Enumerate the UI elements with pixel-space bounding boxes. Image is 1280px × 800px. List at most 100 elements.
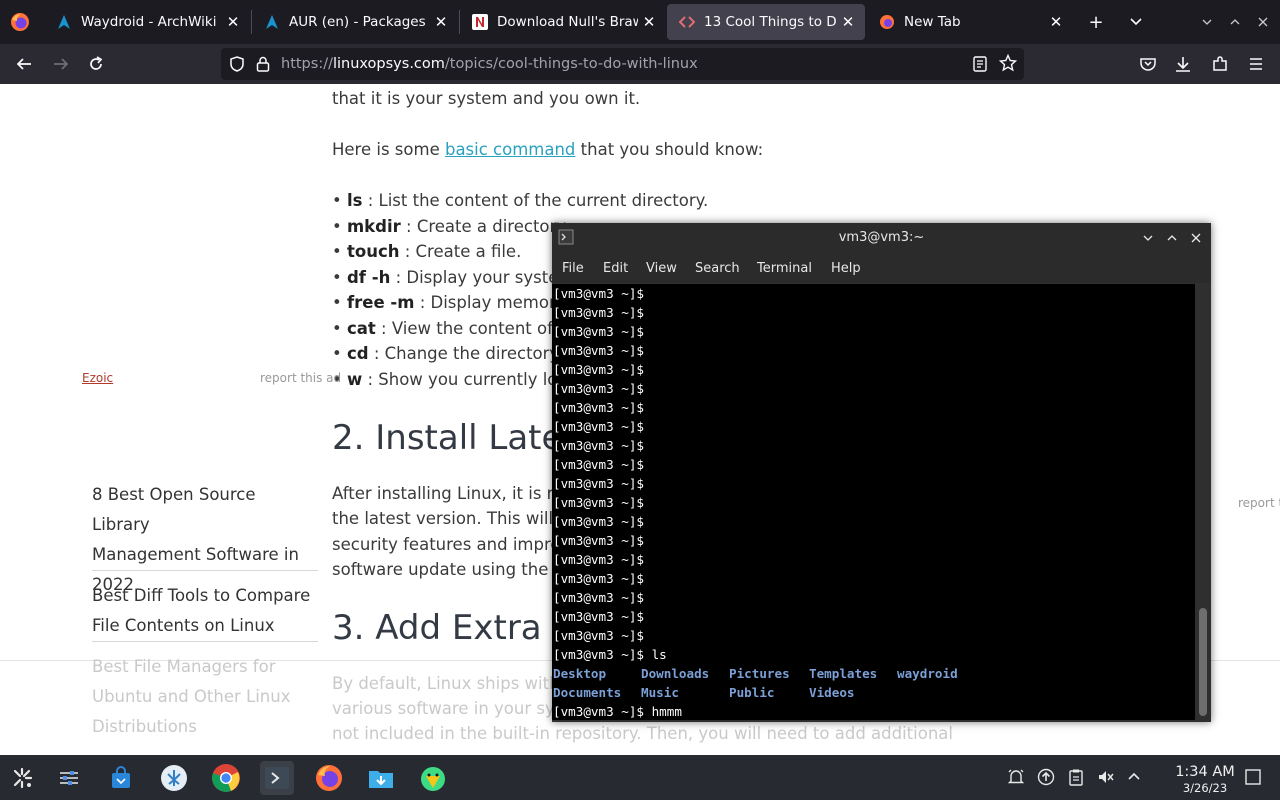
close-icon[interactable]: ✕ — [638, 11, 660, 33]
menu-terminal[interactable]: Terminal — [757, 261, 812, 276]
kde-connect-icon[interactable] — [157, 761, 191, 795]
related-article-link[interactable]: Best File Managers for Ubuntu and Other … — [92, 652, 318, 742]
link-line: 8 Best Open Source Library — [92, 485, 256, 534]
command-description: : Create a directory — [400, 217, 567, 236]
command-description: : Change the directory t — [368, 344, 571, 363]
notifications-icon[interactable] — [1006, 767, 1026, 787]
window-maximize-button[interactable] — [1224, 11, 1246, 33]
tab-new-tab[interactable]: New Tab ✕ — [867, 0, 1073, 44]
volume-muted-icon[interactable] — [1096, 767, 1116, 787]
reload-button[interactable] — [85, 53, 107, 75]
bookmark-star-icon[interactable] — [999, 54, 1017, 72]
list-all-tabs-button[interactable] — [1125, 11, 1147, 33]
android-waydroid-icon[interactable] — [416, 761, 450, 795]
close-icon[interactable]: ✕ — [222, 11, 244, 33]
system-settings-icon[interactable] — [52, 761, 86, 795]
command-description: : Show you currently log — [362, 370, 568, 389]
command-name: df -h — [346, 268, 391, 287]
shopping-bag-glyph — [112, 766, 130, 788]
url-text[interactable]: https://linuxopsys.com/topics/cool-thing… — [281, 56, 698, 72]
app-menu-button[interactable] — [1245, 53, 1267, 75]
close-icon — [1191, 233, 1201, 243]
tab-title: 13 Cool Things to Do with Linux — [704, 14, 837, 30]
url-bar[interactable]: https://linuxopsys.com/topics/cool-thing… — [221, 48, 1024, 80]
terminal-minimize-button[interactable] — [1139, 229, 1157, 247]
bell-glyph — [1007, 769, 1025, 784]
menu-search[interactable]: Search — [695, 261, 740, 276]
command-name: ls — [346, 191, 363, 210]
article-paragraph: that it is your system and you own it. — [332, 89, 641, 108]
terminal-line: [vm3@vm3 ~]$ ls — [553, 647, 667, 662]
lock-icon[interactable] — [255, 55, 271, 73]
clipboard-icon[interactable] — [1066, 767, 1086, 787]
tab-nulls-brawl[interactable]: Download Null's Brawl, APK for Android ✕ — [460, 0, 666, 44]
list-item: • free -m : Display memory — [332, 293, 566, 312]
menu-file[interactable]: File — [562, 261, 584, 276]
close-icon[interactable]: ✕ — [1045, 11, 1067, 33]
new-tab-button[interactable]: + — [1085, 11, 1107, 33]
report-ad-link[interactable]: report th — [1238, 496, 1280, 510]
downloads-button[interactable] — [1172, 53, 1194, 75]
terminal-close-button[interactable] — [1187, 229, 1205, 247]
terminal-line: [vm3@vm3 ~]$ — [553, 457, 644, 472]
clock-date[interactable]: 3/26/23 — [1152, 781, 1258, 795]
terminal-line: [vm3@vm3 ~]$ hmmm — [553, 704, 682, 719]
reader-view-icon[interactable] — [972, 55, 988, 73]
show-hidden-icons-button[interactable] — [1124, 767, 1144, 787]
terminal-output[interactable]: [vm3@vm3 ~]$ [vm3@vm3 ~]$ [vm3@vm3 ~]$ [vm3… — [552, 284, 1195, 720]
firefox-view-icon[interactable] — [9, 11, 31, 33]
clock-time[interactable]: 1:34 AM — [1152, 764, 1258, 780]
shield-icon[interactable] — [228, 55, 246, 73]
terminal-line: [vm3@vm3 ~]$ — [553, 400, 644, 415]
related-article-link[interactable]: Best Diff Tools to Compare File Contents… — [92, 581, 318, 641]
chrome-icon[interactable] — [209, 761, 243, 795]
firefox-icon[interactable] — [312, 761, 346, 795]
terminal-line: [vm3@vm3 ~]$ — [553, 628, 644, 643]
pocket-button[interactable] — [1137, 53, 1159, 75]
terminal-line: [vm3@vm3 ~]$ — [553, 419, 644, 434]
basic-command-link[interactable]: basic command — [445, 140, 575, 159]
window-close-button[interactable] — [1252, 11, 1274, 33]
tab-title: Waydroid - ArchWiki — [81, 14, 217, 30]
kde-connect-glyph — [161, 765, 187, 791]
window-minimize-button[interactable] — [1196, 11, 1218, 33]
menu-help[interactable]: Help — [831, 261, 861, 276]
forward-button[interactable] — [50, 53, 72, 75]
command-name: free -m — [346, 293, 415, 312]
back-button[interactable] — [13, 53, 35, 75]
directory-entry: waydroid — [897, 666, 958, 681]
list-item: • cd : Change the directory t — [332, 344, 571, 363]
update-status-icon[interactable] — [1036, 767, 1056, 787]
chevron-down-icon — [1202, 19, 1212, 25]
terminal-line: [vm3@vm3 ~]$ — [553, 495, 644, 510]
ezoic-link[interactable]: Ezoic — [82, 371, 113, 385]
terminal-line: [vm3@vm3 ~]$ — [553, 571, 644, 586]
divider — [92, 570, 318, 571]
extensions-button[interactable] — [1209, 53, 1231, 75]
chrome-glyph — [212, 764, 240, 792]
terminal-titlebar[interactable]: vm3@vm3:~ — [552, 223, 1211, 253]
application-launcher-icon[interactable] — [5, 761, 39, 795]
menu-view[interactable]: View — [646, 261, 677, 276]
close-icon[interactable]: ✕ — [430, 11, 452, 33]
pocket-icon — [1140, 58, 1156, 71]
tab-title: Download Null's Brawl, APK for Android — [497, 14, 638, 30]
discover-store-icon[interactable] — [104, 761, 138, 795]
report-ad-link[interactable]: report this ad — [260, 371, 341, 385]
tab-cool-things-linux[interactable]: 13 Cool Things to Do with Linux ✕ — [667, 4, 865, 40]
scrollbar-thumb[interactable] — [1199, 608, 1207, 716]
close-icon[interactable]: ✕ — [837, 11, 859, 33]
tab-waydroid[interactable]: Waydroid - ArchWiki ✕ — [44, 0, 250, 44]
menu-edit[interactable]: Edit — [603, 261, 628, 276]
directory-entry: Downloads — [641, 666, 710, 681]
bullet-marker: • — [332, 293, 342, 312]
terminal-line: [vm3@vm3 ~]$ — [553, 609, 644, 624]
android-glyph — [421, 767, 445, 791]
tab-aur[interactable]: AUR (en) - Packages ✕ — [252, 0, 458, 44]
list-item: • w : Show you currently log — [332, 370, 568, 389]
terminal-maximize-button[interactable] — [1163, 229, 1181, 247]
downloads-folder-icon[interactable] — [364, 761, 398, 795]
terminal-icon[interactable] — [260, 761, 294, 795]
archlinux-icon — [58, 15, 70, 29]
terminal-window[interactable]: vm3@vm3:~ File Edit View Search Terminal… — [552, 223, 1211, 722]
